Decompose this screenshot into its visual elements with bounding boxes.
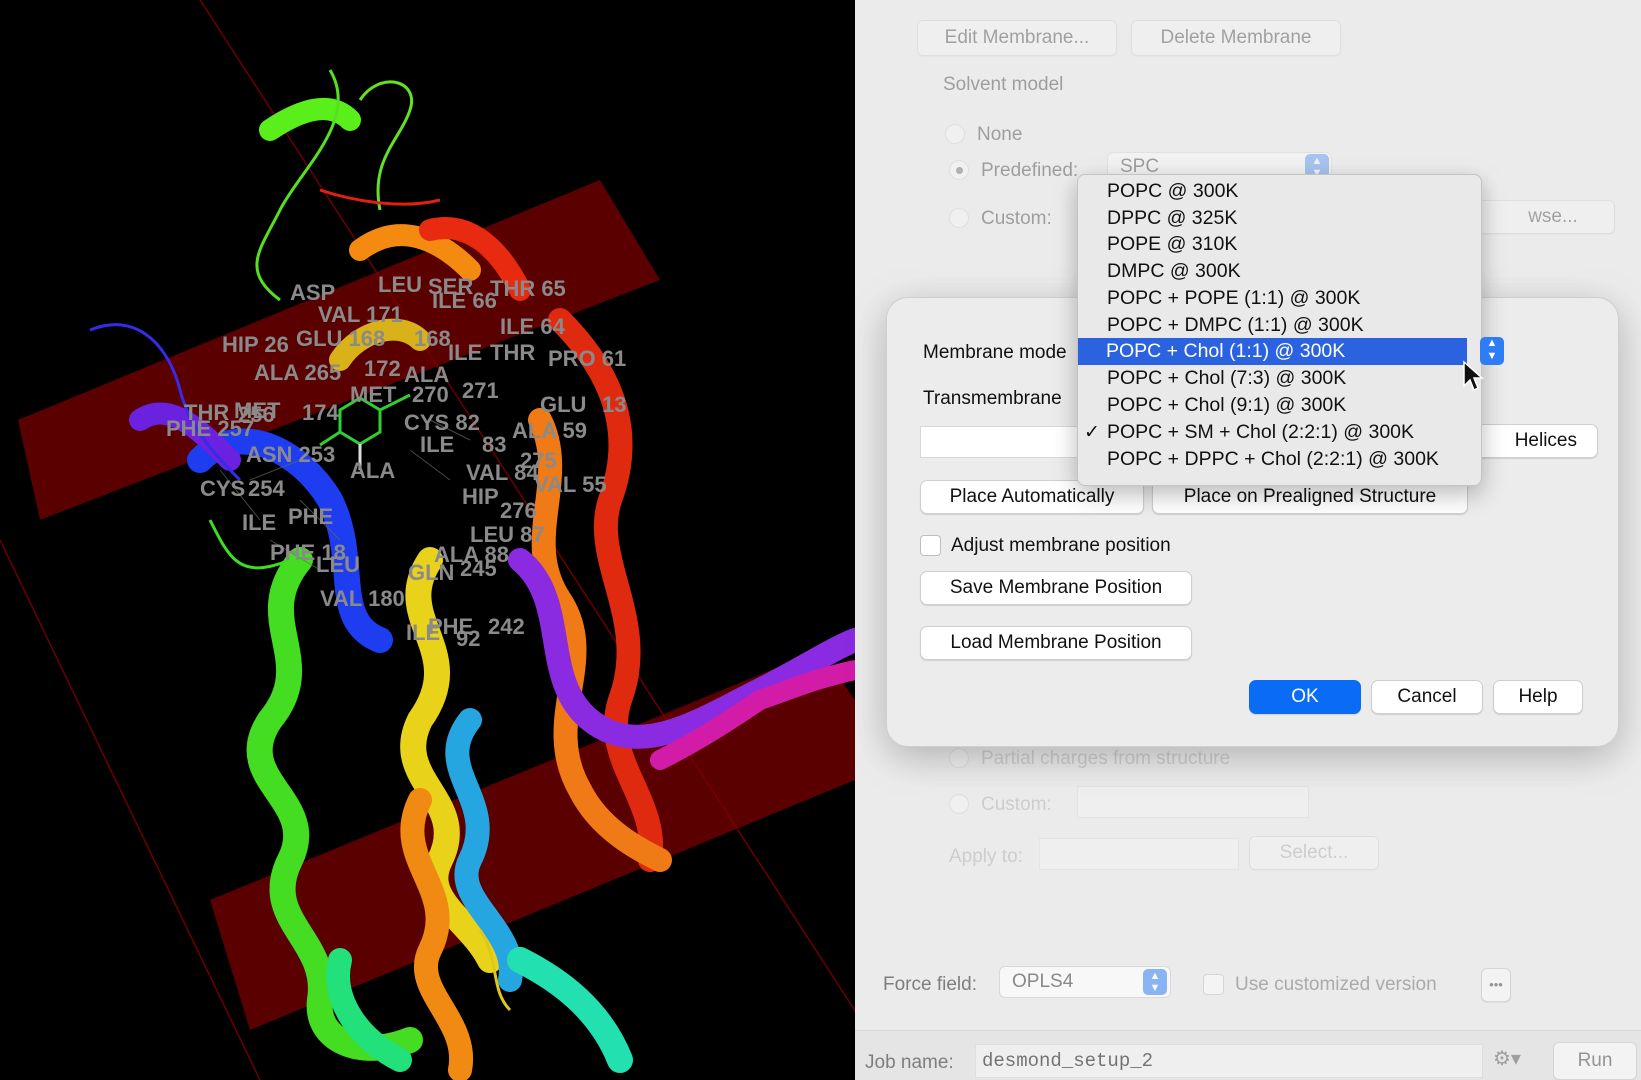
dropdown-option[interactable]: DPPC @ 325K	[1078, 205, 1481, 232]
membrane-model-dropdown: POPC @ 300K DPPC @ 325K POPE @ 310K DMPC…	[1077, 174, 1482, 486]
dropdown-option-label: POPC + SM + Chol (2:2:1) @ 300K	[1107, 421, 1415, 443]
residue-label: 172	[364, 356, 401, 381]
dropdown-option[interactable]: POPC + Chol (7:3) @ 300K	[1078, 365, 1481, 392]
residue-label: 83	[482, 432, 507, 457]
molecule-viewer[interactable]: ASP LEU SER THR 65 VAL 171 ILE 66 ILE 64…	[0, 0, 855, 1080]
adjust-position-label: Adjust membrane position	[951, 535, 1171, 556]
residue-label: 92	[456, 626, 481, 651]
helix-teal-bottom	[507, 947, 633, 1073]
help-button[interactable]: Help	[1493, 680, 1583, 714]
residue-label: PRO 61	[548, 346, 627, 371]
residue-label: VAL 55	[534, 472, 607, 497]
residue-label: VAL 180	[320, 586, 405, 611]
dropdown-option[interactable]: POPC @ 300K	[1078, 178, 1481, 205]
dropdown-option[interactable]: POPC + Chol (9:1) @ 300K	[1078, 392, 1481, 419]
transmembrane-label: Transmembrane	[923, 388, 1062, 409]
dropdown-option[interactable]: POPC + POPE (1:1) @ 300K	[1078, 285, 1481, 312]
residue-label: CYS	[200, 476, 246, 501]
membrane-model-label: Membrane mode	[923, 342, 1067, 363]
residue-label: 254	[248, 476, 285, 501]
residue-label: VAL 84	[466, 460, 539, 485]
residue-label: GLU	[540, 392, 587, 417]
residue-label: ILE	[448, 340, 483, 365]
residue-label: 276	[500, 498, 537, 523]
residue-label: GLU 168	[296, 326, 386, 351]
residue-label: MET	[350, 382, 397, 407]
residue-label: VAL 171	[318, 302, 403, 327]
residue-label: ILE	[420, 432, 455, 457]
mouse-cursor-icon	[1463, 360, 1484, 392]
residue-label: 245	[460, 556, 497, 581]
residue-label: LEU	[316, 552, 360, 577]
residue-label: ASN 253	[246, 442, 336, 467]
residue-label: 168	[414, 326, 451, 351]
dropdown-option[interactable]: DMPC @ 300K	[1078, 258, 1481, 285]
residue-label: ILE 66	[432, 288, 497, 313]
transmembrane-field[interactable]	[920, 426, 1080, 458]
residue-label: 13	[602, 392, 627, 417]
save-membrane-position-button[interactable]: Save Membrane Position	[920, 571, 1192, 605]
residue-label: 271	[462, 378, 499, 403]
residue-label: PHE	[288, 504, 334, 529]
residue-label: HIP	[462, 484, 499, 509]
adjust-position-checkbox[interactable]	[920, 535, 941, 556]
residue-label: ALA	[350, 458, 396, 483]
dropdown-option[interactable]: POPC + DMPC (1:1) @ 300K	[1078, 312, 1481, 339]
residue-label: THR	[490, 340, 536, 365]
cancel-button[interactable]: Cancel	[1371, 680, 1483, 714]
residue-label: HIP 26	[222, 332, 289, 357]
residue-label: ALA 59	[512, 418, 587, 443]
dropdown-option[interactable]: POPC + DPPC + Chol (2:2:1) @ 300K	[1078, 446, 1481, 473]
residue-label: ILE	[242, 510, 277, 535]
dropdown-option-highlighted[interactable]: POPC + Chol (1:1) @ 300K	[1078, 338, 1467, 365]
dropdown-option-checked[interactable]: ✓ POPC + SM + Chol (2:2:1) @ 300K	[1078, 419, 1481, 446]
residue-label: LEU	[378, 272, 422, 297]
loop-green-top2	[358, 80, 414, 211]
ok-button[interactable]: OK	[1249, 680, 1361, 714]
loop-red-top	[319, 188, 441, 206]
load-membrane-position-button[interactable]: Load Membrane Position	[920, 626, 1192, 660]
residue-label: 174	[302, 400, 339, 425]
residue-label: PHE 257	[166, 416, 255, 441]
residue-label: THR 65	[490, 276, 566, 301]
checkmark-icon: ✓	[1084, 422, 1100, 443]
dropdown-option[interactable]: POPE @ 310K	[1078, 231, 1481, 258]
residue-label: 242	[488, 614, 525, 639]
residue-label: ILE 64	[500, 314, 565, 339]
protein-rendering	[0, 0, 855, 1080]
residue-label: 270	[412, 382, 449, 407]
residue-label: ALA 265	[254, 360, 342, 385]
